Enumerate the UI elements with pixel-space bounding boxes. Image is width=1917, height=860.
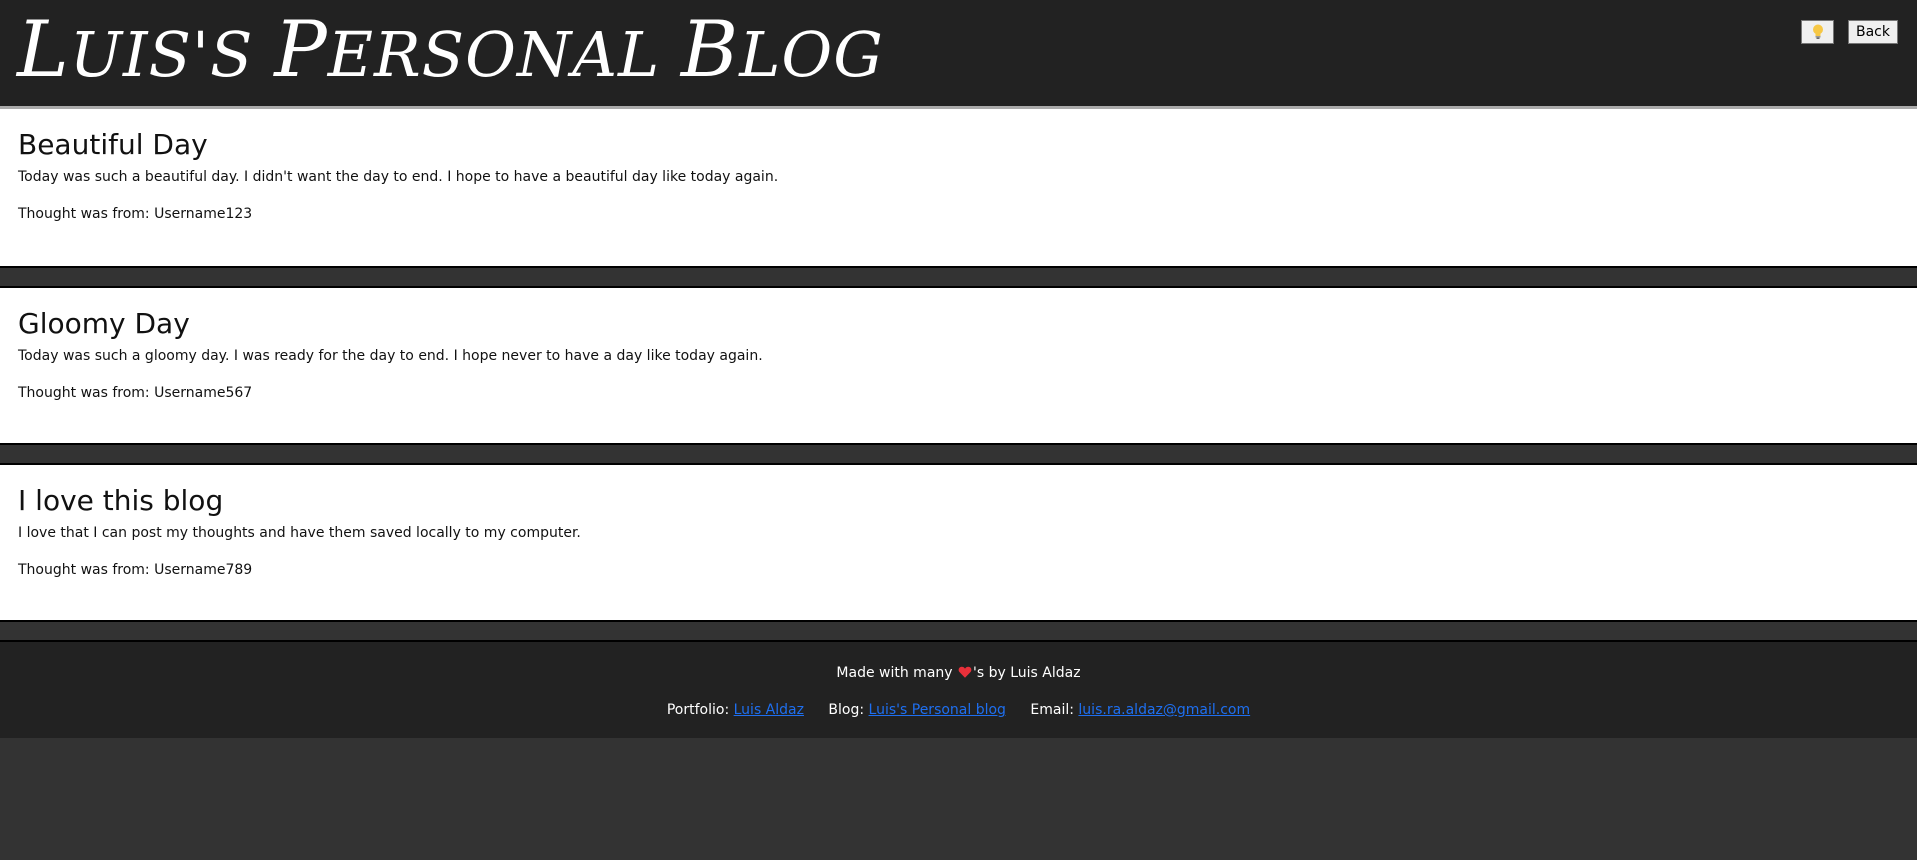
post-author: Thought was from: Username567 bbox=[18, 385, 253, 401]
post-card: Beautiful Day Today was such a beautiful… bbox=[0, 109, 1917, 268]
post-title: I love this blog bbox=[18, 484, 224, 517]
site-title: LUIS'S PERSONAL BLOG bbox=[17, 5, 884, 95]
email-group: Email: luis.ra.aldaz@gmail.com bbox=[1030, 702, 1251, 718]
post-body: Today was such a gloomy day. I was ready… bbox=[18, 348, 763, 364]
lightbulb-icon bbox=[1812, 24, 1823, 39]
blog-link[interactable]: Luis's Personal blog bbox=[869, 702, 1006, 718]
site-footer: Made with many 's by Luis Aldaz Portfoli… bbox=[0, 640, 1917, 738]
email-link[interactable]: luis.ra.aldaz@gmail.com bbox=[1078, 702, 1250, 718]
post-body: I love that I can post my thoughts and h… bbox=[18, 525, 581, 541]
portfolio-link[interactable]: Luis Aldaz bbox=[734, 702, 804, 718]
heart-icon bbox=[958, 666, 972, 678]
post-card: I love this blog I love that I can post … bbox=[0, 463, 1917, 622]
portfolio-group: Portfolio: Luis Aldaz bbox=[666, 702, 804, 718]
post-author: Thought was from: Username789 bbox=[18, 562, 253, 578]
site-header: LUIS'S PERSONAL BLOG Back bbox=[0, 0, 1917, 109]
post-author: Thought was from: Username123 bbox=[18, 206, 253, 222]
post-card: Gloomy Day Today was such a gloomy day. … bbox=[0, 286, 1917, 445]
footer-links: Portfolio: Luis Aldaz Blog: Luis's Perso… bbox=[0, 700, 1917, 720]
post-title: Gloomy Day bbox=[18, 307, 190, 340]
blog-group: Blog: Luis's Personal blog bbox=[828, 702, 1006, 718]
theme-toggle-button[interactable] bbox=[1801, 20, 1834, 44]
header-buttons: Back bbox=[1801, 20, 1898, 44]
post-title: Beautiful Day bbox=[18, 128, 208, 161]
made-with-text: Made with many 's by Luis Aldaz bbox=[836, 665, 1081, 681]
back-button[interactable]: Back bbox=[1848, 20, 1898, 44]
post-body: Today was such a beautiful day. I didn't… bbox=[18, 169, 779, 185]
posts-list: Beautiful Day Today was such a beautiful… bbox=[0, 109, 1917, 622]
